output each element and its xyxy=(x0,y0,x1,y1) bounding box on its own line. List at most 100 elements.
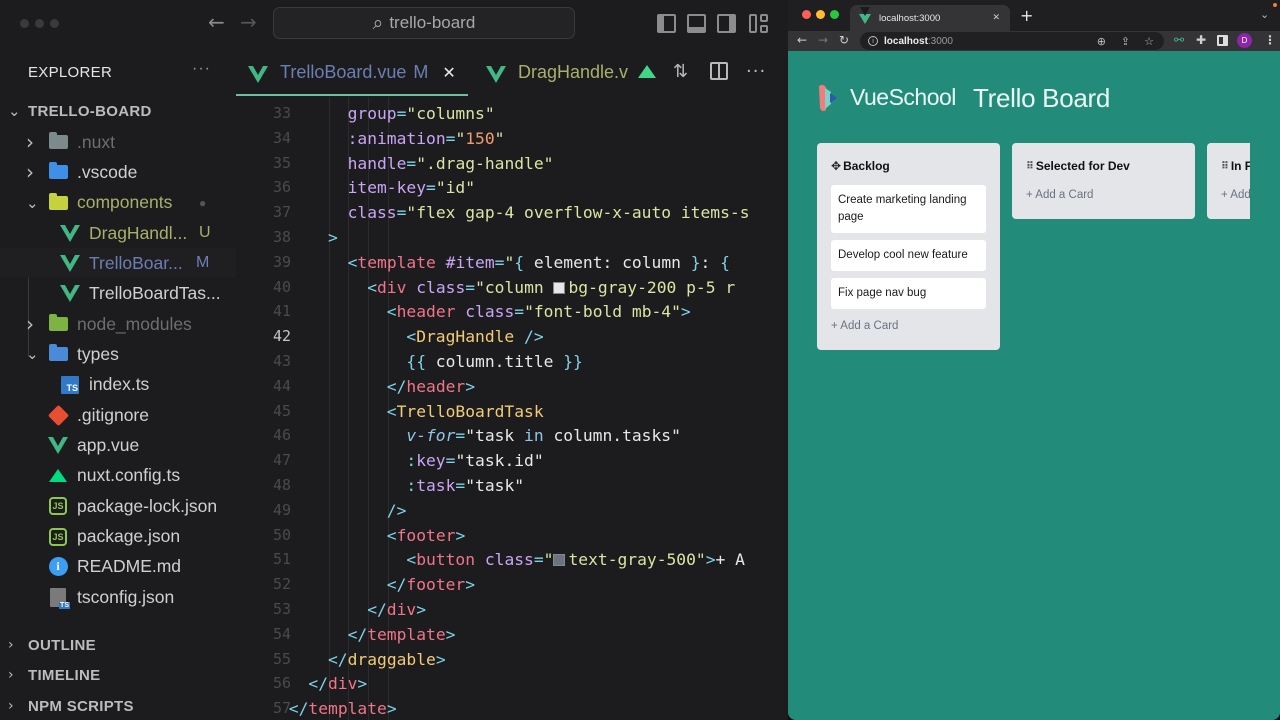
tree-file[interactable]: JS package-lock.json xyxy=(0,491,236,521)
tree-file[interactable]: JS package.json xyxy=(0,522,236,552)
drag-handle-icon[interactable]: ⠿ xyxy=(1026,161,1034,172)
editor-more-actions-icon[interactable]: ··· xyxy=(746,61,766,82)
close-tab-icon[interactable]: ✕ xyxy=(992,13,1000,23)
toggle-panel-icon[interactable] xyxy=(687,14,706,33)
browser-tab[interactable]: localhost:3000 ✕ xyxy=(850,5,1010,31)
zoom-icon[interactable]: ⊕ xyxy=(1097,35,1106,48)
code-line[interactable]: 54 </template> xyxy=(236,622,788,647)
section-outline[interactable]: › OUTLINE xyxy=(0,632,236,658)
add-card-button[interactable]: + Add a Card xyxy=(1221,189,1250,201)
tree-file[interactable]: TS index.ts xyxy=(0,370,236,400)
code-line[interactable]: 51 <button class=" text-gray-500">+ A xyxy=(236,547,788,572)
tab-draghandle-vue[interactable]: DragHandle.v xyxy=(486,48,628,97)
extensions-puzzle-icon[interactable]: ✚ xyxy=(1196,33,1206,47)
vue-devtools-extension-icon[interactable]: ⚯ xyxy=(1174,33,1184,47)
code-line[interactable]: 53 </div> xyxy=(236,597,788,622)
browser-tab-title: localhost:3000 xyxy=(879,12,941,24)
split-editor-icon[interactable] xyxy=(710,62,728,80)
drag-handle-icon[interactable]: ⠿ xyxy=(1221,161,1229,172)
code-line[interactable]: 56 </div> xyxy=(236,671,788,696)
tree-folder[interactable]: › .vscode xyxy=(0,157,236,187)
tab-trelloboard-vue[interactable]: TrelloBoard.vue M ✕ xyxy=(248,48,468,97)
code-line[interactable]: 55 </draggable> xyxy=(236,647,788,672)
more-actions-icon[interactable]: ··· xyxy=(192,60,211,78)
close-tab-icon[interactable]: ✕ xyxy=(442,63,455,82)
trello-page: VueSchool Trello Board ✥ Backlog Create ma… xyxy=(788,51,1280,720)
tree-file[interactable]: TrelloBoardTas... xyxy=(0,279,236,309)
forward-icon[interactable]: → xyxy=(818,33,828,47)
tree-file[interactable]: .gitignore xyxy=(0,400,236,430)
share-icon[interactable]: ⇪ xyxy=(1121,35,1130,48)
code-line[interactable]: 49 /> xyxy=(236,498,788,523)
window-maximize-button[interactable] xyxy=(830,10,839,19)
section-timeline[interactable]: › TIMELINE xyxy=(0,662,236,688)
tree-folder[interactable]: ⌄ components ● xyxy=(0,188,236,218)
reload-icon[interactable]: ↻ xyxy=(839,33,849,47)
code-line[interactable]: 48:task="task" xyxy=(236,473,788,498)
code-line[interactable]: 35 handle=".drag-handle" xyxy=(236,151,788,176)
code-line[interactable]: 50 <footer> xyxy=(236,523,788,548)
nuxt-icon[interactable] xyxy=(638,65,656,78)
task-card[interactable]: Create marketing landing page xyxy=(831,185,986,233)
tree-file[interactable]: TrelloBoar... M xyxy=(0,248,236,279)
window-zoom-dot[interactable] xyxy=(50,19,59,28)
code-line[interactable]: 36 item-key="id" xyxy=(236,175,788,200)
tree-folder[interactable]: › node_modules xyxy=(0,309,236,339)
code-line[interactable]: 52 </footer> xyxy=(236,572,788,597)
code-line[interactable]: 47:key="task.id" xyxy=(236,448,788,473)
tree-folder[interactable]: › .nuxt xyxy=(0,127,236,157)
side-panel-icon[interactable] xyxy=(1217,35,1228,46)
back-arrow-icon[interactable]: ← xyxy=(208,10,225,34)
window-minimize-dot[interactable] xyxy=(35,19,44,28)
tree-file[interactable]: DragHandl... U xyxy=(0,218,236,248)
code-line[interactable]: 39 <template #item="{ element: column }: … xyxy=(236,250,788,275)
section-label: NPM SCRIPTS xyxy=(28,697,134,715)
code-text: item-key="id" xyxy=(347,178,476,198)
color-swatch[interactable] xyxy=(553,281,566,294)
profile-avatar[interactable]: D xyxy=(1237,33,1252,48)
tree-folder[interactable]: ⌄ types xyxy=(0,339,236,369)
drag-handle-icon[interactable]: ✥ xyxy=(831,159,841,173)
tree-file[interactable]: i README.md xyxy=(0,552,236,582)
site-info-icon[interactable]: i xyxy=(868,36,878,46)
bookmark-star-icon[interactable]: ☆ xyxy=(1144,35,1154,48)
code-line[interactable]: 46 v-for="task in column.tasks" xyxy=(236,423,788,448)
address-bar[interactable]: i localhost :3000 ⊕ ⇪ ☆ xyxy=(860,32,1164,50)
code-line[interactable]: 33 group="columns" xyxy=(236,101,788,126)
code-line[interactable]: 34:animation="150" xyxy=(236,126,788,151)
back-icon[interactable]: ← xyxy=(797,33,807,47)
code-line[interactable]: 45 <TrelloBoardTask xyxy=(236,399,788,424)
chrome-menu-icon[interactable]: ⋮ xyxy=(1264,33,1276,47)
tree-file[interactable]: app.vue xyxy=(0,431,236,461)
new-tab-icon[interactable]: + xyxy=(1020,6,1033,25)
code-line[interactable]: 44 </header> xyxy=(236,374,788,399)
section-npm-scripts[interactable]: › NPM SCRIPTS xyxy=(0,693,236,719)
add-card-button[interactable]: + Add a Card xyxy=(831,320,898,332)
code-line[interactable]: 37 class="flex gap-4 overflow-x-auto item… xyxy=(236,200,788,225)
tree-root-folder[interactable]: ⌄ TRELLO-BOARD xyxy=(0,96,236,126)
customize-layout-icon[interactable] xyxy=(749,14,757,33)
code-editor[interactable]: 33 group="columns" 34:animation="150" 35 han… xyxy=(236,97,788,720)
toggle-secondary-sidebar-icon[interactable] xyxy=(717,14,736,33)
window-minimize-button[interactable] xyxy=(816,10,825,19)
tree-file[interactable]: nuxt.config.ts xyxy=(0,461,236,491)
window-close-dot[interactable] xyxy=(20,19,29,28)
command-center-search[interactable]: ⌕ trello-board xyxy=(273,7,575,39)
code-line[interactable]: 41 <header class="font-bold mb-4"> xyxy=(236,299,788,324)
forward-arrow-icon[interactable]: → xyxy=(240,10,257,34)
task-card[interactable]: Fix page nav bug xyxy=(831,278,986,309)
code-line[interactable]: 40 <div class="column bg-gray-200 p-5 r xyxy=(236,275,788,300)
color-swatch[interactable] xyxy=(553,554,566,567)
code-line[interactable]: 38 > xyxy=(236,225,788,250)
source-control-compare-icon[interactable]: ⇅ xyxy=(673,61,688,82)
toggle-primary-sidebar-icon[interactable] xyxy=(657,14,676,33)
tab-search-chevron-icon[interactable]: ⌄ xyxy=(1260,8,1269,21)
tree-file[interactable]: tsconfig.json xyxy=(0,582,236,612)
code-line[interactable]: 57 </template> xyxy=(236,696,788,720)
add-card-button[interactable]: + Add a Card xyxy=(1026,189,1093,201)
code-line[interactable]: 43 {{ column.title }} xyxy=(236,349,788,374)
code-line[interactable]: 42 <DragHandle /> xyxy=(236,324,788,349)
code-text: > xyxy=(328,228,338,247)
window-close-button[interactable] xyxy=(802,10,811,19)
task-card[interactable]: Develop cool new feature xyxy=(831,240,986,271)
